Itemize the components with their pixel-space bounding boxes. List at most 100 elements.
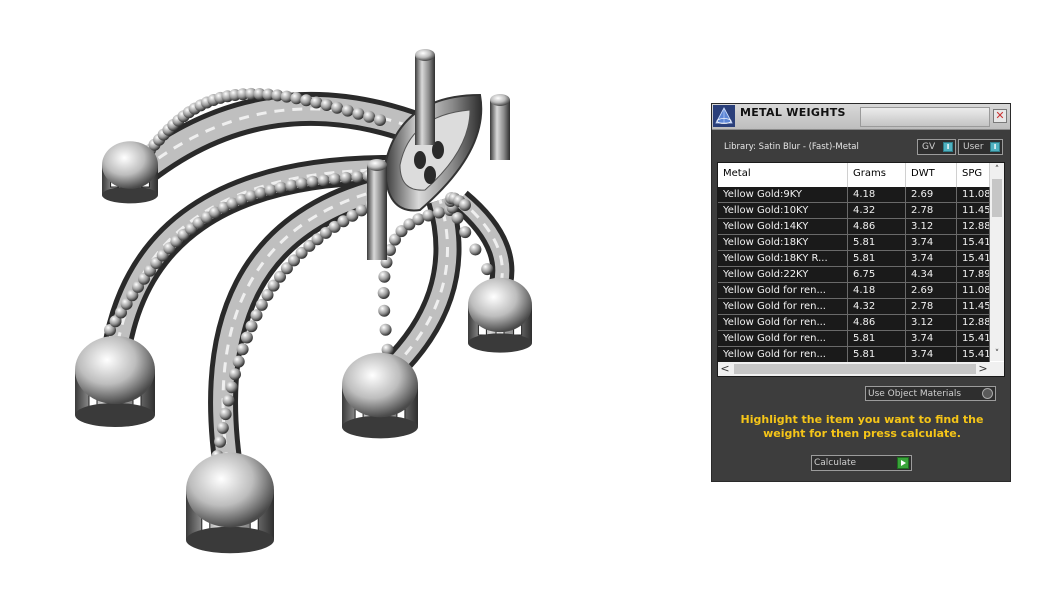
dwt-cell: 4.34: [906, 267, 957, 283]
bead: [363, 110, 376, 123]
metal-cell: Yellow Gold:14KY: [718, 219, 848, 235]
title-drag-handle[interactable]: [860, 107, 990, 127]
close-icon[interactable]: ✕: [993, 109, 1007, 123]
bead: [225, 381, 238, 394]
column-header-dwt[interactable]: DWT: [906, 163, 957, 187]
scroll-up-arrow-icon[interactable]: ˄: [990, 163, 1004, 177]
metal-cell: Yellow Gold for ren...: [718, 299, 848, 315]
bead: [306, 175, 319, 188]
spg-cell: 11.45: [957, 299, 990, 315]
grams-cell: 5.81: [848, 347, 906, 363]
spg-cell: 12.88: [957, 219, 990, 235]
grams-cell: 4.86: [848, 219, 906, 235]
grams-cell: 4.86: [848, 315, 906, 331]
foot-base: [342, 415, 418, 439]
user-toggle-indicator[interactable]: I: [990, 142, 1000, 152]
bead: [216, 421, 229, 434]
metal-cell: Yellow Gold:9KY: [718, 187, 848, 203]
bead: [320, 99, 333, 111]
table-row[interactable]: Yellow Gold for ren... 4.32 2.78 11.45: [718, 299, 990, 315]
grams-cell: 5.81: [848, 331, 906, 347]
vertical-scroll-thumb[interactable]: [992, 179, 1002, 217]
scroll-left-arrow-icon[interactable]: <: [718, 362, 732, 376]
metal-cell: Yellow Gold for ren...: [718, 283, 848, 299]
table-row[interactable]: Yellow Gold:9KY 4.18 2.69 11.08: [718, 187, 990, 203]
table-header: Metal Grams DWT SPG: [718, 163, 990, 187]
bead: [245, 320, 258, 333]
3d-viewport[interactable]: [0, 0, 700, 592]
prong-tip: [415, 49, 435, 61]
column-header-metal[interactable]: Metal: [718, 163, 848, 187]
bead: [379, 323, 392, 336]
gv-toggle-label: GV: [922, 142, 936, 152]
bead: [422, 209, 435, 222]
gv-toggle[interactable]: GV I: [917, 139, 956, 155]
calculate-button[interactable]: Calculate: [811, 455, 912, 471]
table-row[interactable]: Yellow Gold for ren... 5.81 3.74 15.41: [718, 347, 990, 363]
table-row[interactable]: Yellow Gold:22KY 6.75 4.34 17.89: [718, 267, 990, 283]
dwt-cell: 3.74: [906, 235, 957, 251]
bead: [377, 287, 390, 299]
table-row[interactable]: Yellow Gold for ren... 4.18 2.69 11.08: [718, 283, 990, 299]
spg-cell: 12.88: [957, 315, 990, 331]
spg-cell: 15.41: [957, 235, 990, 251]
grams-cell: 5.81: [848, 251, 906, 267]
scroll-down-arrow-icon[interactable]: ˅: [990, 347, 1004, 361]
panel-title: METAL WEIGHTS: [740, 106, 846, 119]
bead: [378, 270, 391, 283]
table-row[interactable]: Yellow Gold:10KY 4.32 2.78 11.45: [718, 203, 990, 219]
horizontal-scrollbar[interactable]: < >: [718, 362, 1004, 376]
foot-dome: [75, 336, 155, 404]
bead: [352, 107, 365, 120]
table-row[interactable]: Yellow Gold for ren... 5.81 3.74 15.41: [718, 331, 990, 347]
bead: [328, 173, 341, 186]
setting-hole: [414, 151, 426, 169]
play-arrow-icon[interactable]: [897, 457, 909, 469]
bead: [219, 408, 232, 421]
grams-cell: 4.32: [848, 299, 906, 315]
metal-cell: Yellow Gold:18KY R...: [718, 251, 848, 267]
use-object-materials-toggle[interactable]: Use Object Materials: [865, 386, 996, 401]
table-row[interactable]: Yellow Gold:14KY 4.86 3.12 12.88: [718, 219, 990, 235]
bead: [481, 263, 494, 276]
foot-dome: [102, 141, 158, 189]
instruction-text: Highlight the item you want to find the …: [740, 413, 984, 440]
table-row[interactable]: Yellow Gold:18KY 5.81 3.74 15.41: [718, 235, 990, 251]
bead: [351, 170, 364, 183]
column-header-grams[interactable]: Grams: [848, 163, 906, 187]
grams-cell: 4.32: [848, 203, 906, 219]
foot-base: [102, 186, 158, 204]
table-row[interactable]: Yellow Gold for ren... 4.86 3.12 12.88: [718, 315, 990, 331]
bead: [285, 179, 298, 192]
metal-cell: Yellow Gold:10KY: [718, 203, 848, 219]
grams-cell: 5.81: [848, 235, 906, 251]
use-object-materials-label: Use Object Materials: [868, 389, 962, 399]
bead: [340, 171, 352, 184]
panel-titlebar[interactable]: METAL WEIGHTS ✕: [712, 104, 1010, 130]
column-header-spg[interactable]: SPG: [957, 163, 990, 187]
metal-weights-table: Metal Grams DWT SPG Yellow Gold:9KY 4.18 2…: [717, 162, 1005, 377]
table-row[interactable]: Yellow Gold:18KY R... 5.81 3.74 15.41: [718, 251, 990, 267]
prong: [367, 165, 387, 260]
user-toggle-label: User: [963, 142, 984, 152]
horizontal-scroll-thumb[interactable]: [734, 364, 976, 374]
spg-cell: 15.41: [957, 251, 990, 267]
library-label: Library: Satin Blur - (Fast)-Metal: [724, 142, 859, 152]
bead: [240, 331, 253, 344]
dwt-cell: 2.78: [906, 203, 957, 219]
bead: [378, 304, 391, 317]
metal-cell: Yellow Gold for ren...: [718, 347, 848, 363]
foot-dome: [468, 277, 532, 333]
gv-toggle-indicator[interactable]: I: [943, 142, 953, 152]
vertical-scrollbar[interactable]: ˄ ˅: [990, 163, 1004, 361]
dwt-cell: 3.12: [906, 219, 957, 235]
dwt-cell: 2.69: [906, 283, 957, 299]
jewelry-model[interactable]: [0, 0, 700, 592]
bead: [310, 96, 323, 109]
bead: [331, 101, 344, 114]
dwt-cell: 3.74: [906, 347, 957, 363]
scroll-right-arrow-icon[interactable]: >: [976, 362, 990, 376]
calculate-label: Calculate: [814, 458, 857, 468]
radio-indicator-icon[interactable]: [982, 388, 993, 399]
user-toggle[interactable]: User I: [958, 139, 1003, 155]
